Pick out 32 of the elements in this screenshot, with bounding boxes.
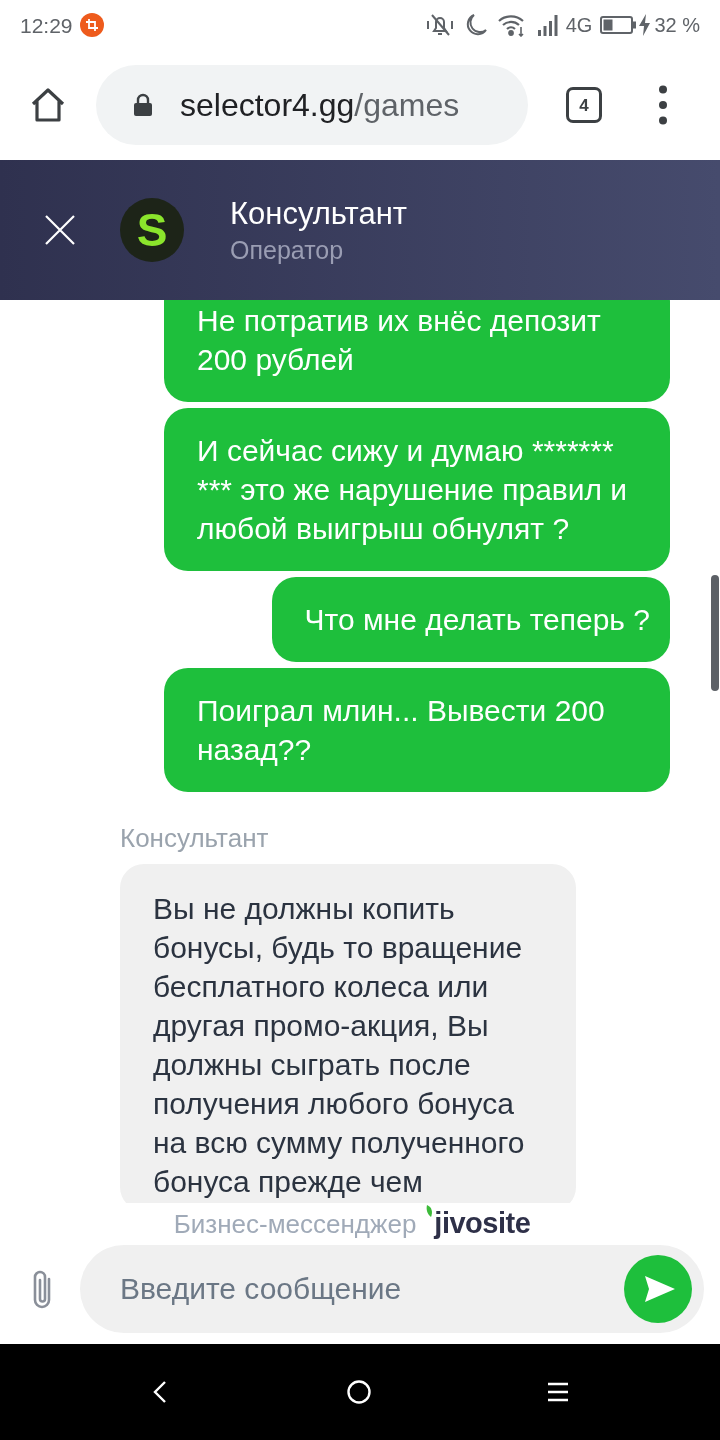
message-bubble: И сейчас сижу и думаю ******* *** это же нарушение правил и любой выигрыш обнулят ? [164,408,670,571]
charging-bolt-icon [639,14,651,36]
send-icon [643,1275,676,1303]
message-bubble: Поиграл млин... Вывести 200 назад?? [164,668,670,792]
battery-percent: 32 % [654,15,700,35]
wifi-icon [496,13,527,37]
message-bubble: Вы не должны копить бонусы, будь то вращение бесплатного колеса или другая промо-акция, Вы должны сыграть после получения любого бонуса на всю сумму полученного бонуса прежде чем [120,864,576,1203]
chat-title: Консультант [230,195,407,232]
tab-switcher-button[interactable]: 4 [566,87,602,123]
more-options-icon[interactable] [658,85,668,125]
lock-icon [133,93,153,117]
close-icon[interactable] [44,214,76,246]
menu-icon[interactable] [547,1382,569,1402]
address-bar[interactable]: selector4.gg/games [96,65,528,145]
home-icon[interactable] [30,87,66,123]
message-bubble: Что мне делать теперь ? [271,577,670,662]
branding-label: Бизнес-мессенджер [173,1210,417,1237]
message-bubble: Не потратив их внёс депозит 200 рублей [164,300,670,402]
crop-icon [79,13,104,37]
message-input[interactable]: Введите сообщение [80,1245,704,1333]
avatar: S [120,198,184,262]
battery-icon [600,16,638,34]
signal-icon [536,14,559,36]
bell-off-icon [424,12,455,38]
moon-icon [464,13,487,37]
chat-subtitle: Оператор [230,234,345,265]
clock-time: 12:29 [20,14,73,36]
jivosite-logo[interactable]: jivosite [434,1209,531,1238]
network-type: 4G [565,15,593,35]
back-icon[interactable] [153,1381,167,1403]
leaf-icon [426,1205,434,1217]
sender-name: Консультант [120,824,270,852]
